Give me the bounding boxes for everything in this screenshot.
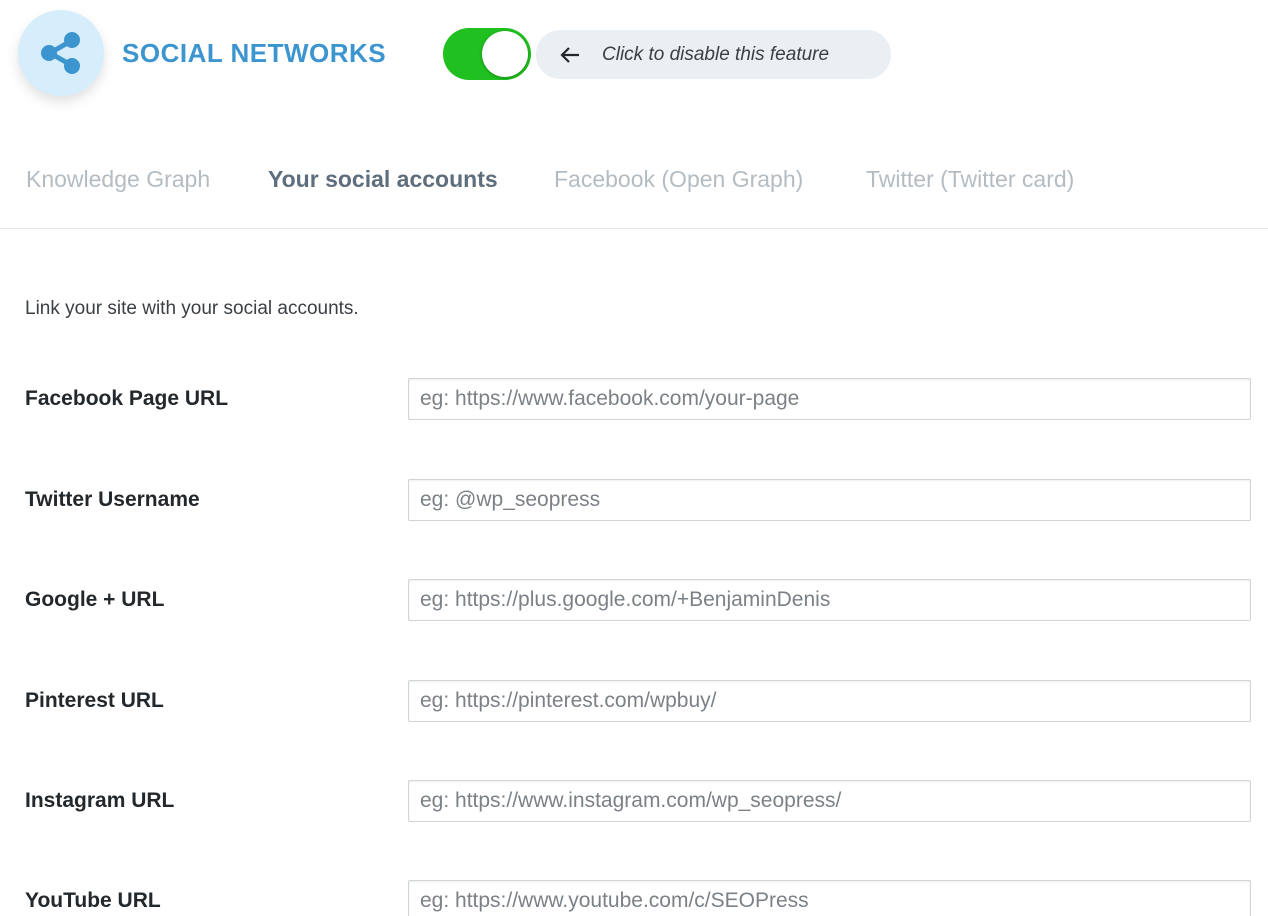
google-plus-url-label: Google + URL <box>25 588 165 611</box>
youtube-url-label: YouTube URL <box>25 889 161 912</box>
facebook-url-label: Facebook Page URL <box>25 387 229 410</box>
tab-facebook-open-graph[interactable]: Facebook (Open Graph) <box>554 166 803 193</box>
facebook-url-input[interactable] <box>408 378 1251 420</box>
pinterest-url-input[interactable] <box>408 680 1251 722</box>
toggle-knob <box>482 31 528 77</box>
toggle-hint: Click to disable this feature <box>536 30 891 79</box>
pinterest-url-row: Pinterest URL <box>0 680 1268 724</box>
instagram-url-row: Instagram URL <box>0 780 1268 824</box>
tab-your-social-accounts[interactable]: Your social accounts <box>268 166 498 193</box>
twitter-username-label: Twitter Username <box>25 488 200 511</box>
page-title: SOCIAL NETWORKS <box>122 38 387 68</box>
twitter-username-input[interactable] <box>408 479 1251 521</box>
share-icon <box>18 10 104 96</box>
instagram-url-label: Instagram URL <box>25 789 175 812</box>
google-plus-url-row: Google + URL <box>0 579 1268 623</box>
youtube-url-input[interactable] <box>408 880 1251 916</box>
tab-knowledge-graph[interactable]: Knowledge Graph <box>26 166 210 193</box>
toggle-hint-text: Click to disable this feature <box>602 43 830 65</box>
feature-toggle[interactable] <box>443 28 531 80</box>
facebook-url-row: Facebook Page URL <box>0 378 1268 422</box>
tab-twitter-card[interactable]: Twitter (Twitter card) <box>866 166 1074 193</box>
google-plus-url-input[interactable] <box>408 579 1251 621</box>
pinterest-url-label: Pinterest URL <box>25 689 164 712</box>
twitter-username-row: Twitter Username <box>0 479 1268 523</box>
arrow-left-icon <box>560 46 579 63</box>
section-header: SOCIAL NETWORKS Click to disable this fe… <box>0 0 1268 110</box>
tab-bar: Knowledge Graph Your social accounts Fac… <box>0 160 1268 229</box>
section-description: Link your site with your social accounts… <box>25 298 359 319</box>
youtube-url-row: YouTube URL <box>0 880 1268 916</box>
instagram-url-input[interactable] <box>408 780 1251 822</box>
settings-page: SOCIAL NETWORKS Click to disable this fe… <box>0 0 1268 916</box>
